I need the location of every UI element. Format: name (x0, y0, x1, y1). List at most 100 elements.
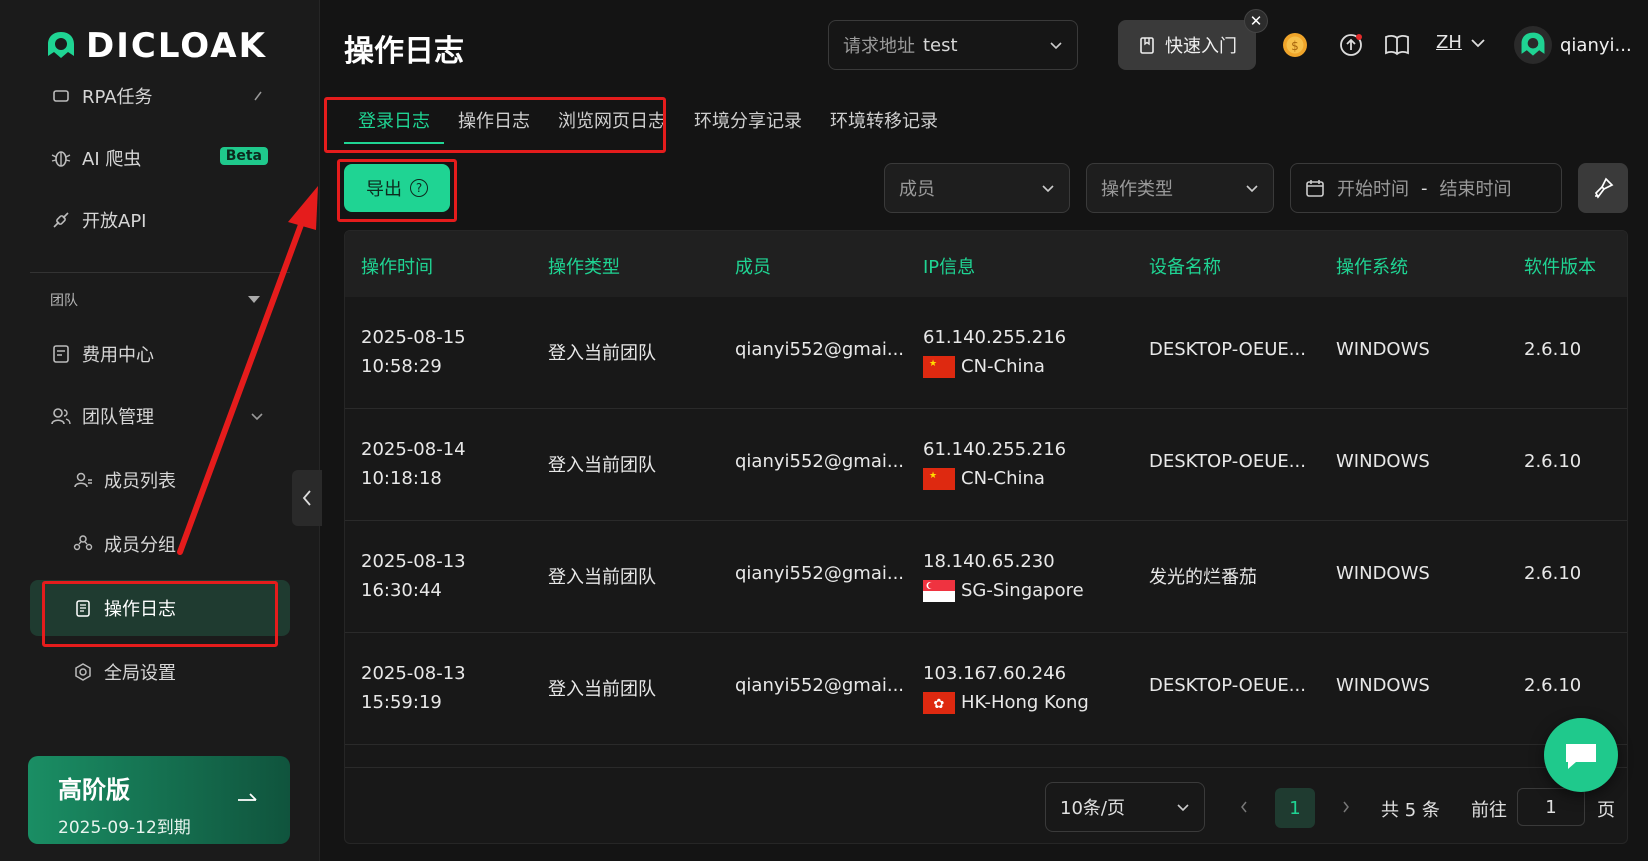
sidebar-item-label: 成员分组 (104, 535, 176, 556)
caret-down-icon[interactable] (248, 296, 260, 303)
dicloak-logo-icon (48, 32, 74, 58)
ip-address: 18.140.65.230 (923, 551, 1055, 572)
version-cell: 2.6.10 (1524, 451, 1582, 472)
svg-text:✿: ✿ (934, 697, 945, 712)
device-name-cell: DESKTOP-OEUE... (1149, 675, 1306, 696)
tab-share-record[interactable]: 环境分享记录 (680, 108, 816, 144)
rpa-icon (50, 85, 72, 107)
close-icon[interactable]: ✕ (1244, 9, 1268, 33)
clear-filters-button[interactable] (1578, 163, 1628, 213)
sidebar-item-ai-crawler[interactable]: AI 爬虫 Beta (30, 130, 290, 186)
chevron-down-icon (1471, 38, 1485, 47)
column-header: 操作类型 (548, 257, 620, 278)
request-address-label: 请求地址 (843, 36, 915, 57)
brand-name: DICLOAK (86, 26, 267, 66)
plan-card[interactable]: 高阶版 2025-09-12到期 (28, 756, 290, 844)
column-header: IP信息 (923, 257, 976, 278)
operation-log-table: 操作时间 操作类型 成员 IP信息 设备名称 操作系统 软件版本 2025-08… (344, 230, 1628, 844)
device-name-cell: DESKTOP-OEUE... (1149, 339, 1306, 360)
docs-icon[interactable] (1382, 30, 1412, 60)
sidebar-item-billing[interactable]: 费用中心 (30, 326, 290, 382)
billing-icon (50, 343, 72, 365)
user-menu[interactable]: qianyi... (1514, 26, 1632, 64)
operation-time-cell: 2025-08-13 15:59:19 (361, 659, 466, 717)
member-cell: qianyi552@gmai... (735, 339, 905, 360)
language-select[interactable]: ZH (1436, 32, 1486, 53)
sidebar-item-label: 全局设置 (104, 663, 176, 684)
sidebar-item-global-settings[interactable]: 全局设置 (30, 644, 290, 700)
sidebar-item-label: 费用中心 (82, 345, 154, 366)
prev-page-button[interactable] (1239, 798, 1249, 819)
brush-icon (1594, 177, 1614, 199)
team-icon (50, 405, 72, 427)
table-row[interactable]: 2025-08-13 16:30:44 登入当前团队 qianyi552@gma… (345, 521, 1627, 633)
sidebar-collapse-button[interactable] (292, 470, 322, 526)
range-separator: - (1421, 177, 1428, 199)
page-number-button[interactable]: 1 (1275, 788, 1315, 828)
username: qianyi... (1560, 34, 1632, 56)
request-address-value: test (923, 34, 958, 56)
chevron-down-icon (250, 406, 264, 427)
chevron-down-icon (1245, 178, 1259, 199)
ip-location: SG-Singapore (961, 580, 1084, 601)
operation-type-select[interactable]: 操作类型 (1086, 163, 1274, 213)
table-row[interactable]: 2025-08-14 10:18:18 登入当前团队 qianyi552@gma… (345, 409, 1627, 521)
operation-date: 2025-08-15 (361, 327, 466, 348)
table-row[interactable]: 2025-08-15 10:58:29 登入当前团队 qianyi552@gma… (345, 297, 1627, 409)
quick-start-label: 快速入门 (1165, 36, 1237, 57)
column-header: 设备名称 (1149, 257, 1221, 278)
column-header: 软件版本 (1524, 257, 1596, 278)
column-header: 成员 (735, 257, 771, 278)
request-address-select[interactable]: 请求地址 test (828, 20, 1078, 70)
page-title: 操作日志 (344, 34, 464, 69)
chat-icon (1566, 744, 1596, 769)
operation-type-cell: 登入当前团队 (548, 343, 656, 364)
operation-time-cell: 2025-08-14 10:18:18 (361, 435, 466, 493)
api-icon (50, 209, 72, 231)
operation-date: 2025-08-14 (361, 439, 466, 460)
language-label: ZH (1436, 32, 1462, 53)
chevron-right-icon (1343, 801, 1349, 813)
sidebar-item-label: 团队管理 (82, 407, 154, 428)
sidebar-item-open-api[interactable]: 开放API (30, 192, 290, 248)
end-date-input[interactable]: 结束时间 (1440, 175, 1512, 201)
sidebar-item-label: 开放API (82, 211, 147, 232)
sidebar-item-member-list[interactable]: 成员列表 (30, 452, 290, 508)
svg-text:$: $ (1291, 39, 1299, 53)
ip-address: 61.140.255.216 (923, 439, 1067, 460)
chevron-down-icon (1176, 797, 1190, 818)
table-header: 操作时间 操作类型 成员 IP信息 设备名称 操作系统 软件版本 (345, 231, 1627, 297)
arrow-right-icon (236, 790, 260, 810)
device-name-cell: 发光的烂番茄 (1149, 567, 1257, 588)
support-chat-button[interactable] (1544, 718, 1618, 792)
total-count: 共 5 条 (1381, 800, 1440, 821)
brand-logo[interactable]: DICLOAK (44, 26, 267, 66)
os-cell: WINDOWS (1336, 451, 1430, 472)
device-name-cell: DESKTOP-OEUE... (1149, 451, 1306, 472)
sidebar-item-label: AI 爬虫 (82, 149, 142, 170)
page-size-select[interactable]: 10条/页 (1045, 782, 1205, 832)
sidebar-item-rpa[interactable]: RPA任务 (30, 68, 290, 124)
operation-type-cell: 登入当前团队 (548, 567, 656, 588)
sidebar-item-team-management[interactable]: 团队管理 (30, 388, 290, 444)
operation-clock: 10:18:18 (361, 468, 442, 489)
member-filter-select[interactable]: 成员 (884, 163, 1070, 213)
coin-icon[interactable]: $ (1280, 30, 1310, 60)
goto-page-input[interactable]: 1 (1517, 788, 1585, 826)
operation-clock: 10:58:29 (361, 356, 442, 377)
ip-address: 61.140.255.216 (923, 327, 1067, 348)
chevron-left-icon (302, 490, 311, 506)
bug-icon (50, 147, 72, 169)
goto-label: 前往 (1471, 800, 1507, 821)
tab-transfer-record[interactable]: 环境转移记录 (816, 108, 952, 144)
hong-kong-flag-icon: ✿ (923, 692, 955, 714)
next-page-button[interactable] (1341, 798, 1351, 819)
date-range-picker[interactable]: 开始时间 - 结束时间 (1290, 163, 1562, 213)
start-date-input[interactable]: 开始时间 (1337, 175, 1409, 201)
settings-icon (72, 661, 94, 683)
quick-start-button[interactable]: 快速入门 (1118, 20, 1256, 70)
operation-type-cell: 登入当前团队 (548, 455, 656, 476)
table-row[interactable]: 2025-08-13 15:59:19 登入当前团队 qianyi552@gma… (345, 633, 1627, 745)
upload-icon[interactable] (1336, 30, 1366, 60)
sidebar-item-member-group[interactable]: 成员分组 (30, 516, 290, 572)
